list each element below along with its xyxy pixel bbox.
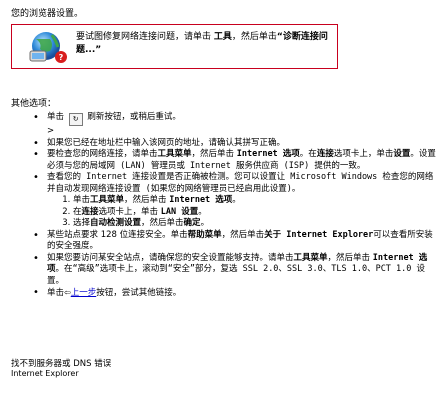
step-bold: 工具菜单 <box>90 195 125 205</box>
network-text-d: 选项卡上，单击 <box>333 149 394 159</box>
step-bold: Internet 选项 <box>169 195 233 205</box>
tools-menu-label: 工具菜单 <box>157 149 192 159</box>
other-options-heading: 其他选项： <box>11 99 57 109</box>
step-bold: 自动检测设置 <box>90 218 142 228</box>
ssl-text-a: 某些站点要求 128 位连接安全。单击 <box>47 229 188 240</box>
step-text: 在 <box>73 206 82 217</box>
back-link[interactable]: 上一步 <box>71 288 97 298</box>
internet-options-label: Internet 选项 <box>236 149 300 159</box>
diagnose-instructions: 要试图修复网络连接问题，请单击 工具，然后单击“诊断连接问题...” <box>76 31 334 57</box>
tools-label: 工具 <box>213 32 232 42</box>
step-text: 。 <box>232 195 241 205</box>
step-item: 选择自动检测设置，然后单击确定。 <box>73 218 438 230</box>
list-item-address: • 如果您已经在地址栏中输入该网页的地址，请确认其拼写正确。 <box>33 138 438 150</box>
list-item-ssl: • 某些站点要求 128 位连接安全。单击帮助菜单，然后单击关于 Interne… <box>33 230 438 253</box>
diagnose-box: ? 要试图修复网络连接问题，请单击 工具，然后单击“诊断连接问题...” <box>11 24 338 69</box>
network-text-c: 。在 <box>299 149 317 159</box>
step-text: 。 <box>200 218 210 228</box>
error-title: 找不到服务器或 DNS 错误 <box>11 359 112 369</box>
step-item: 在连接选项卡上，单击 LAN 设置。 <box>73 207 438 219</box>
list-item-secure: • 如果您要访问某安全站点，请确保您的安全设置能够支持。请单击工具菜单，然后单击… <box>33 253 438 288</box>
step-text: ，然后单击 <box>124 195 170 205</box>
svg-text:?: ? <box>59 53 64 62</box>
refresh-text-b: 刷新按钮，或稍后重试。 <box>87 112 181 122</box>
secure-text-c: 。在“高级”选项卡上，滚动到“安全”部分，复选 SSL 2.0、SSL 3.0、… <box>47 264 426 286</box>
refresh-mark: > <box>47 126 55 136</box>
bullet-icon: • <box>33 149 39 160</box>
step-text: ，然后单击 <box>141 218 184 228</box>
refresh-button-icon[interactable]: ↻ <box>68 113 83 126</box>
tools-menu-label: 工具菜单 <box>293 252 328 263</box>
refresh-text-a: 单击 <box>47 112 65 122</box>
steps-list: 单击工具菜单，然后单击 Internet 选项。 在连接选项卡上，单击 LAN … <box>47 195 438 230</box>
list-item-detect: • 查看您的 Internet 连接设置是否正确被检测。您可以设置让 Micro… <box>33 172 438 230</box>
network-text-b: ，然后单击 <box>191 149 237 159</box>
back-arrow-icon[interactable]: ⇦ <box>64 288 71 297</box>
bullet-icon: • <box>33 137 39 149</box>
bullet-icon: • <box>33 287 39 298</box>
diagnose-text-b: ，然后单击 <box>231 32 277 42</box>
bullet-icon: • <box>33 172 39 183</box>
intro-text: 您的浏览器设置。 <box>11 9 84 19</box>
secure-text-a: 如果您要访问某安全站点，请确保您的安全设置能够支持。请单击 <box>47 252 294 263</box>
step-bold: 连接 <box>81 206 99 217</box>
detect-text: 查看您的 Internet 连接设置是否正确被检测。您可以设置让 Microso… <box>47 172 434 194</box>
connections-tab-label: 连接 <box>316 149 334 159</box>
list-item-network: • 要检查您的网络连接，请单击工具菜单，然后单击 Internet 选项。在连接… <box>33 149 438 172</box>
step-text: 。 <box>198 206 207 217</box>
ssl-text-b: ，然后单击 <box>221 229 265 240</box>
step-text: 选择 <box>73 218 91 228</box>
step-text: 选项卡上，单击 <box>98 206 161 217</box>
secure-text-b: ，然后单击 <box>327 252 373 263</box>
settings-label: 设置 <box>393 149 411 159</box>
step-bold: 确定 <box>183 218 201 228</box>
step-text: 单击 <box>73 195 91 205</box>
list-item-refresh: • 单击 ↻ 刷新按钮，或稍后重试。 > <box>33 112 438 138</box>
help-menu-label: 帮助菜单 <box>187 229 222 240</box>
back-text-a: 单击 <box>47 288 65 298</box>
address-text: 如果您已经在地址栏中输入该网页的地址，请确认其拼写正确。 <box>47 137 286 148</box>
step-item: 单击工具菜单，然后单击 Internet 选项。 <box>73 195 438 207</box>
diagnose-text-a: 要试图修复网络连接问题，请单击 <box>76 32 214 42</box>
list-item-back: • 单击⇦上一步按钮，尝试其他链接。 <box>33 287 438 300</box>
bullet-icon: • <box>33 252 39 264</box>
network-text-a: 要检查您的网络连接，请单击 <box>47 149 158 159</box>
bullet-icon: • <box>33 229 39 241</box>
about-ie-label: 关于 Internet Explorer <box>264 229 374 240</box>
step-bold: LAN 设置 <box>160 206 199 217</box>
network-diagnose-icon: ? <box>29 32 67 63</box>
browser-name: Internet Explorer <box>11 369 79 378</box>
bullet-icon: • <box>33 112 39 123</box>
options-list: • 单击 ↻ 刷新按钮，或稍后重试。 > • 如果您已经在地址栏中输入该网页的地… <box>33 112 438 300</box>
back-text-b: 按钮，尝试其他链接。 <box>96 288 182 298</box>
